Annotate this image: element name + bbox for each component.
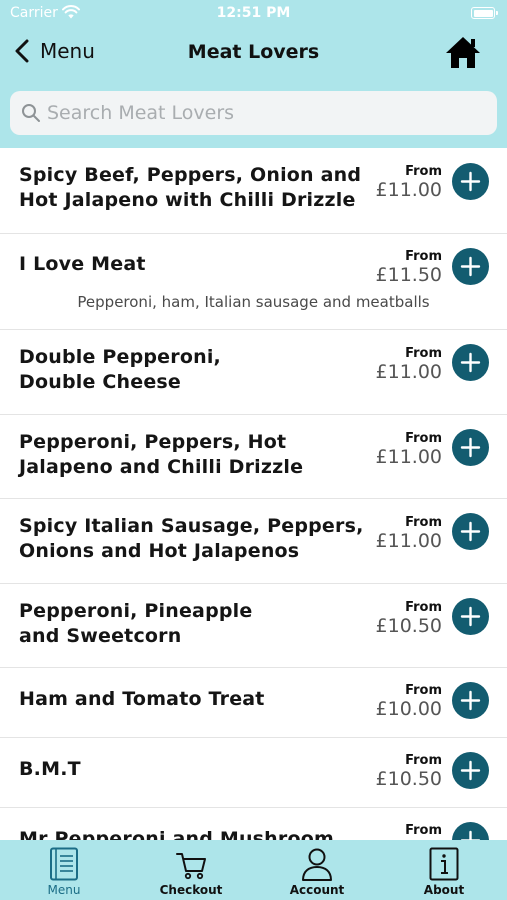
tab-bar: Menu Checkout Account About: [0, 840, 507, 900]
item-name: B.M.T: [19, 758, 81, 780]
item-price: From £11.00: [376, 164, 442, 201]
search-input[interactable]: [47, 102, 477, 124]
from-label: From: [405, 431, 442, 446]
plus-icon: [460, 256, 481, 277]
from-label: From: [405, 683, 442, 698]
person-icon: [302, 848, 332, 881]
list-item[interactable]: Double Pepperoni, Double Cheese From £11…: [0, 330, 507, 415]
item-price: From £10.50: [376, 753, 442, 790]
from-label: From: [405, 164, 442, 179]
item-name: Spicy Beef, Peppers, Onion and Hot Jalap…: [19, 164, 362, 211]
search-bar[interactable]: [10, 91, 497, 135]
list-item[interactable]: B.M.T From £10.50: [0, 738, 507, 808]
price-value: £11.00: [375, 361, 442, 383]
add-button[interactable]: [452, 682, 489, 719]
item-price: From £11.00: [376, 515, 442, 552]
item-price: From: [405, 823, 442, 838]
add-button[interactable]: [452, 822, 489, 840]
from-label: From: [405, 600, 442, 615]
add-button[interactable]: [452, 752, 489, 789]
from-label: From: [405, 346, 442, 361]
tab-label: About: [423, 883, 465, 897]
add-button[interactable]: [452, 598, 489, 635]
item-name: Mr Pepperoni and Mushroom: [19, 828, 334, 840]
plus-icon: [460, 606, 481, 627]
add-button[interactable]: [452, 429, 489, 466]
cart-icon: [176, 853, 206, 880]
chevron-left-icon: [15, 39, 29, 63]
plus-icon: [460, 830, 481, 840]
header: Carrier 12:51 PM Menu Meat Lovers: [0, 0, 507, 148]
add-button[interactable]: [452, 248, 489, 285]
info-icon: [429, 847, 459, 881]
item-name: Ham and Tomato Treat: [19, 688, 265, 710]
item-name: Pepperoni, Pineapple and Sweetcorn: [19, 600, 253, 647]
add-button[interactable]: [452, 163, 489, 200]
price-value: £10.50: [375, 615, 442, 637]
add-button[interactable]: [452, 513, 489, 550]
item-price: From £10.00: [376, 683, 442, 720]
tab-label: Checkout: [159, 883, 223, 897]
clock: 12:51 PM: [216, 5, 291, 21]
price-value: £10.50: [375, 768, 442, 790]
tab-label: Account: [289, 883, 345, 897]
list-item[interactable]: Pepperoni, Pineapple and Sweetcorn From …: [0, 584, 507, 668]
list-item[interactable]: Ham and Tomato Treat From £10.00: [0, 668, 507, 738]
from-label: From: [405, 753, 442, 768]
plus-icon: [460, 352, 481, 373]
search-icon: [22, 104, 40, 122]
tab-menu[interactable]: Menu: [1, 840, 127, 900]
battery-icon: [471, 7, 498, 19]
price-value: £10.00: [375, 698, 442, 720]
tab-account[interactable]: Account: [254, 840, 380, 900]
item-name: Spicy Italian Sausage, Peppers, Onions a…: [19, 515, 364, 562]
item-price: From £11.50: [376, 249, 442, 286]
nav-bar: Menu Meat Lovers: [0, 30, 507, 76]
item-price: From £10.50: [376, 600, 442, 637]
list-item[interactable]: I Love Meat Pepperoni, ham, Italian saus…: [0, 234, 507, 330]
plus-icon: [460, 171, 481, 192]
back-button[interactable]: Menu: [14, 39, 95, 63]
price-value: £11.00: [375, 446, 442, 468]
plus-icon: [460, 521, 481, 542]
price-value: £11.00: [375, 530, 442, 552]
list-item[interactable]: Pepperoni, Peppers, Hot Jalapeno and Chi…: [0, 415, 507, 499]
status-bar: Carrier 12:51 PM: [0, 0, 507, 28]
price-value: £11.00: [375, 179, 442, 201]
item-price: From £11.00: [376, 346, 442, 383]
item-name: Pepperoni, Peppers, Hot Jalapeno and Chi…: [19, 431, 304, 478]
back-label: Menu: [40, 39, 95, 63]
list-item[interactable]: Spicy Beef, Peppers, Onion and Hot Jalap…: [0, 148, 507, 234]
price-value: £11.50: [375, 264, 442, 286]
tab-about[interactable]: About: [381, 840, 507, 900]
tab-checkout[interactable]: Checkout: [128, 840, 254, 900]
item-description: Pepperoni, ham, Italian sausage and meat…: [77, 293, 430, 311]
add-button[interactable]: [452, 344, 489, 381]
list-item[interactable]: Mr Pepperoni and Mushroom From: [0, 808, 507, 840]
home-icon[interactable]: [443, 34, 483, 70]
item-name: Double Pepperoni, Double Cheese: [19, 346, 221, 393]
from-label: From: [405, 515, 442, 530]
tab-label: Menu: [47, 883, 81, 897]
from-label: From: [405, 823, 442, 838]
list-item[interactable]: Spicy Italian Sausage, Peppers, Onions a…: [0, 499, 507, 584]
plus-icon: [460, 760, 481, 781]
menu-book-icon: [50, 847, 78, 881]
item-price: From £11.00: [376, 431, 442, 468]
product-list: Spicy Beef, Peppers, Onion and Hot Jalap…: [0, 148, 507, 840]
item-name: I Love Meat: [19, 253, 146, 275]
plus-icon: [460, 437, 481, 458]
plus-icon: [460, 690, 481, 711]
from-label: From: [405, 249, 442, 264]
